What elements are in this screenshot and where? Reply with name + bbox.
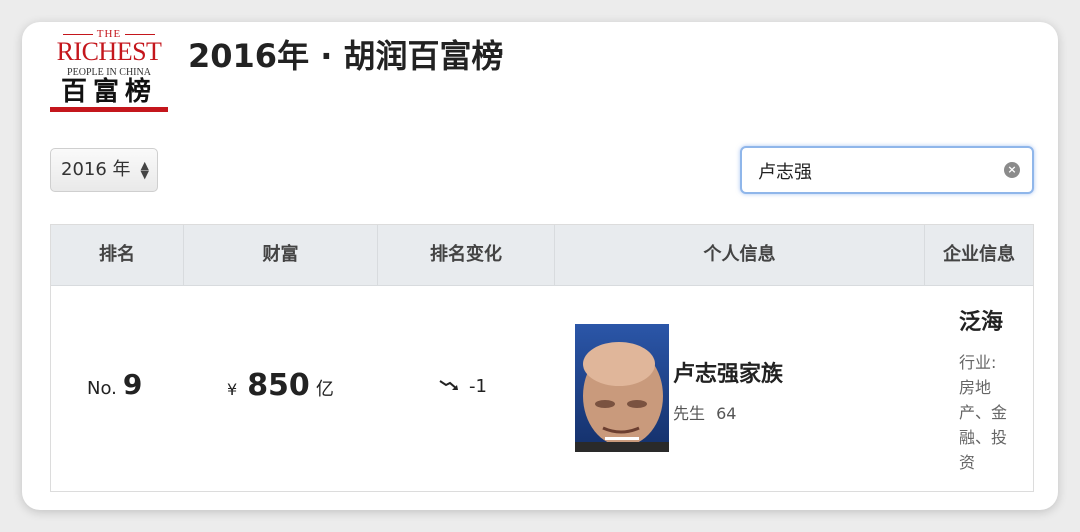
company-industry: 行业: 房地产、金融、投资 bbox=[959, 353, 1008, 472]
page-title: 2016年 · 胡润百富榜 bbox=[188, 37, 504, 75]
header-person-info[interactable]: 个人信息 bbox=[555, 225, 925, 285]
hurun-logo: THE RICHEST PEOPLE IN CHINA 百富榜 bbox=[50, 28, 170, 112]
clear-icon[interactable]: × bbox=[1004, 162, 1020, 178]
person-name[interactable]: 卢志强家族 bbox=[673, 356, 783, 388]
rank-change-cell: -1 bbox=[439, 376, 487, 397]
wealth-unit: 亿 bbox=[315, 379, 334, 400]
company-cell: 泛海 行业: 房地产、金融、投资 bbox=[959, 304, 1023, 475]
rank-prefix: No. bbox=[87, 378, 117, 399]
person-age: 64 bbox=[716, 404, 737, 423]
select-arrows-icon: ▲ ▼ bbox=[140, 159, 149, 181]
logo-richest: RICHEST bbox=[56, 37, 162, 66]
wealth-amount: 850 bbox=[247, 368, 310, 403]
rank-number: 9 bbox=[122, 368, 143, 401]
logo-chinese: 百富榜 bbox=[60, 77, 157, 107]
logo-bar bbox=[50, 107, 168, 112]
trend-down-icon bbox=[439, 377, 459, 396]
header-rank-change[interactable]: 排名变化 bbox=[378, 225, 555, 285]
search-box[interactable]: × bbox=[740, 146, 1034, 194]
ranking-table: 排名 财富 排名变化 个人信息 企业信息 No. 9 ¥850 亿 -1 卢志强… bbox=[50, 224, 1034, 492]
search-input[interactable] bbox=[756, 156, 990, 186]
year-select-value: 2016 年 bbox=[61, 159, 131, 180]
rank-cell: No. 9 bbox=[87, 368, 142, 401]
avatar[interactable] bbox=[575, 324, 669, 452]
header-company-info[interactable]: 企业信息 bbox=[925, 225, 1033, 285]
currency-symbol: ¥ bbox=[227, 380, 238, 399]
person-gender: 先生 bbox=[673, 404, 706, 423]
ranking-card: THE RICHEST PEOPLE IN CHINA 百富榜 2016年 · … bbox=[22, 22, 1058, 510]
header-rank[interactable]: 排名 bbox=[51, 225, 184, 285]
company-name[interactable]: 泛海 bbox=[959, 304, 1023, 336]
person-meta: 先生 64 bbox=[673, 400, 736, 424]
header-wealth[interactable]: 财富 bbox=[184, 225, 378, 285]
table-header: 排名 财富 排名变化 个人信息 企业信息 bbox=[51, 225, 1033, 286]
wealth-cell: ¥850 亿 bbox=[227, 368, 334, 403]
year-select[interactable]: 2016 年 ▲ ▼ bbox=[50, 148, 158, 192]
table-row[interactable]: No. 9 ¥850 亿 -1 卢志强家族 先生 64 泛海 行业: 房地产、金… bbox=[51, 286, 1033, 491]
rank-change-value: -1 bbox=[469, 376, 487, 397]
